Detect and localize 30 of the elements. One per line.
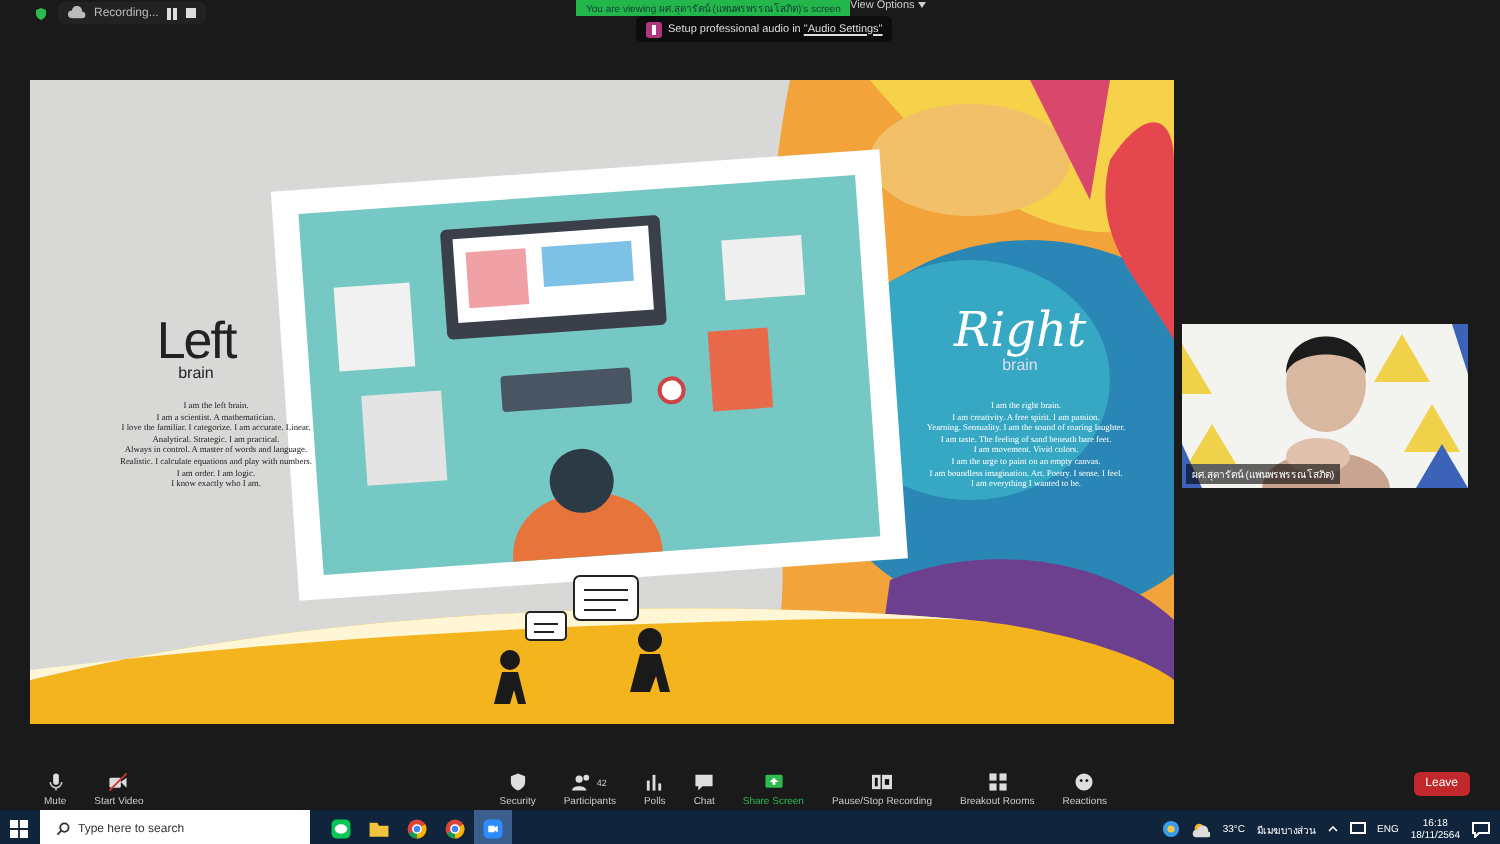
bar-chart-icon — [644, 772, 665, 792]
pause-stop-icon — [871, 772, 892, 792]
shield-icon — [507, 772, 528, 792]
cloud-icon — [68, 6, 86, 20]
people-icon — [572, 772, 593, 792]
slide-subheading: brain — [176, 364, 216, 382]
slide-heading: Right — [951, 304, 1089, 356]
child-figure — [630, 628, 670, 692]
stop-icon[interactable] — [186, 8, 197, 18]
network-icon[interactable] — [1349, 822, 1365, 836]
slide-heading: Left — [154, 316, 239, 364]
speech-bubble-icon — [694, 772, 715, 792]
slide-subheading: brain — [1002, 356, 1038, 374]
smiley-icon — [1074, 772, 1095, 792]
pause-icon[interactable] — [166, 7, 179, 19]
audio-icon — [646, 21, 662, 37]
notification-icon[interactable] — [1472, 821, 1490, 837]
grid-icon — [987, 772, 1008, 792]
windows-start-icon[interactable] — [10, 820, 28, 838]
microphone-icon — [45, 772, 66, 792]
weather-icon — [1192, 821, 1211, 837]
speech-bubble-icon — [573, 575, 639, 621]
child-figure — [494, 650, 526, 704]
caret-icon[interactable] — [1327, 826, 1337, 832]
help-icon[interactable] — [1162, 820, 1181, 838]
caret-icon — [917, 2, 926, 8]
taskbar-app-icon[interactable] — [474, 810, 512, 844]
speech-bubble-icon — [525, 611, 567, 641]
video-off-icon — [108, 772, 129, 792]
shield-icon — [34, 6, 48, 22]
